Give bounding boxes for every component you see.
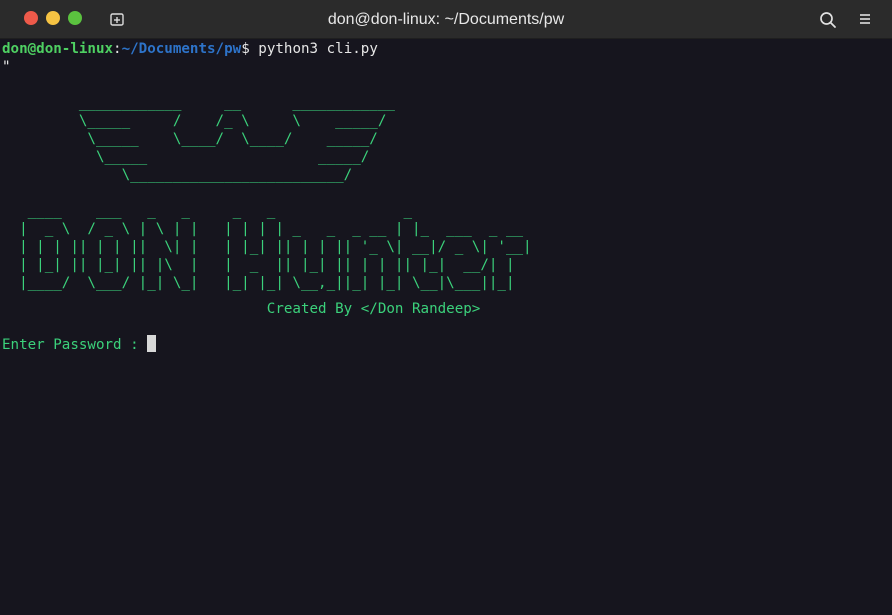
prompt-user-host: don@don-linux — [2, 41, 114, 57]
terminal-output[interactable]: don@don-linux:~/Documents/pw$ python3 cl… — [2, 40, 890, 615]
prompt-path: ~/Documents/pw — [121, 41, 242, 57]
banner-ascii-art: ____ ___ _ _ _ _ _ | _ \ / _ \ | \ | | |… — [19, 203, 532, 291]
hamburger-menu-icon[interactable] — [856, 10, 874, 28]
credit-line: Created By </Don Randeep> — [2, 301, 481, 317]
text-cursor[interactable] — [147, 335, 157, 352]
password-prompt-label: Enter Password : — [2, 337, 148, 353]
prompt-separator: : — [113, 41, 122, 57]
logo-ascii-art: ____________ __ ____________ \_____ / /_… — [78, 95, 395, 183]
title-bar: don@don-linux: ~/Documents/pw — [0, 0, 892, 39]
command-line: don@don-linux:~/Documents/pw$ python3 cl… — [2, 40, 890, 58]
quote-line: " — [2, 59, 11, 75]
prompt-dollar: $ — [241, 41, 250, 57]
password-prompt-line[interactable]: Enter Password : — [2, 335, 890, 353]
window-title: don@don-linux: ~/Documents/pw — [327, 11, 565, 28]
search-icon[interactable] — [817, 9, 839, 31]
terminal-window: don@don-linux: ~/Documents/pw don@don-li… — [0, 0, 892, 615]
command-text: python3 cli.py — [249, 41, 378, 57]
